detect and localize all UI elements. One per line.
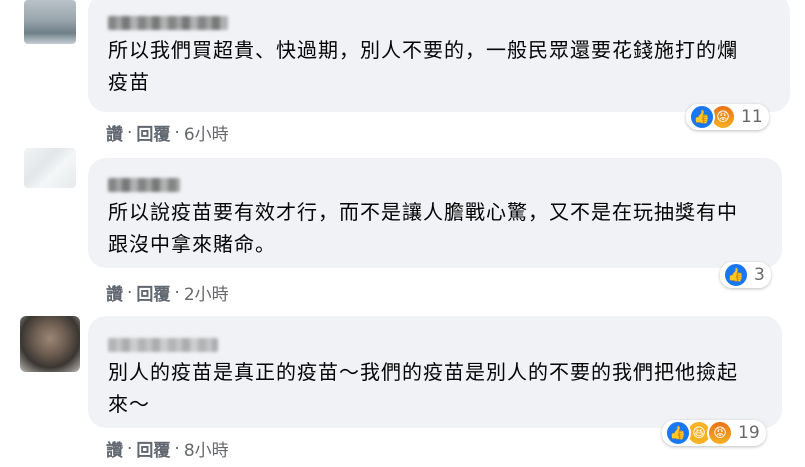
avatar[interactable] <box>20 316 80 372</box>
comment-text: 別人的疫苗是真正的疫苗～我們的疫苗是別人的不要的我們把他撿起來～ <box>108 360 738 416</box>
reaction-count: 19 <box>738 423 760 443</box>
commenter-name[interactable] <box>108 338 218 352</box>
comment-actions: 讚 · 回覆 · 8小時 <box>106 436 229 462</box>
separator: · <box>174 438 180 459</box>
comment-text: 所以說疫苗要有效才行，而不是讓人膽戰心驚，又不是在玩抽獎有中跟沒中拿來賭命。 <box>108 200 738 256</box>
reaction-count: 11 <box>741 107 763 127</box>
avatar[interactable] <box>24 0 76 44</box>
reply-button[interactable]: 回覆 <box>136 280 170 305</box>
separator: · <box>127 122 133 143</box>
like-button[interactable]: 讚 <box>106 436 123 461</box>
reaction-count: 3 <box>754 265 765 285</box>
like-icon: 👍 <box>689 104 715 130</box>
comment-bubble: 別人的疫苗是真正的疫苗～我們的疫苗是別人的不要的我們把他撿起來～ <box>88 316 782 428</box>
timestamp[interactable]: 6小時 <box>184 120 229 145</box>
reply-button[interactable]: 回覆 <box>136 120 170 145</box>
separator: · <box>127 282 133 303</box>
reaction-summary[interactable]: 👍 😆 😡 19 <box>662 420 766 446</box>
separator: · <box>127 438 133 459</box>
like-button[interactable]: 讚 <box>106 120 123 145</box>
like-button[interactable]: 讚 <box>106 280 123 305</box>
separator: · <box>174 122 180 143</box>
like-icon: 👍 <box>723 262 749 288</box>
comment-bubble: 所以說疫苗要有效才行，而不是讓人膽戰心驚，又不是在玩抽獎有中跟沒中拿來賭命。 <box>88 158 782 268</box>
angry-icon: 😡 <box>707 420 733 446</box>
comment-text: 所以我們買超貴、快過期，別人不要的，一般民眾還要花錢施打的爛疫苗 <box>108 38 738 94</box>
comment-actions: 讚 · 回覆 · 6小時 <box>106 120 229 146</box>
like-icon: 👍 <box>665 420 691 446</box>
avatar[interactable] <box>24 148 76 188</box>
comment-actions: 讚 · 回覆 · 2小時 <box>106 280 229 306</box>
timestamp[interactable]: 2小時 <box>184 280 229 305</box>
separator: · <box>174 282 180 303</box>
timestamp[interactable]: 8小時 <box>184 436 229 461</box>
commenter-name[interactable] <box>108 178 180 192</box>
reaction-summary[interactable]: 👍 😡 11 <box>686 104 769 130</box>
comment-bubble: 所以我們買超貴、快過期，別人不要的，一般民眾還要花錢施打的爛疫苗 <box>88 0 790 112</box>
reaction-summary[interactable]: 👍 3 <box>720 262 771 288</box>
reply-button[interactable]: 回覆 <box>136 436 170 461</box>
commenter-name[interactable] <box>108 16 228 30</box>
